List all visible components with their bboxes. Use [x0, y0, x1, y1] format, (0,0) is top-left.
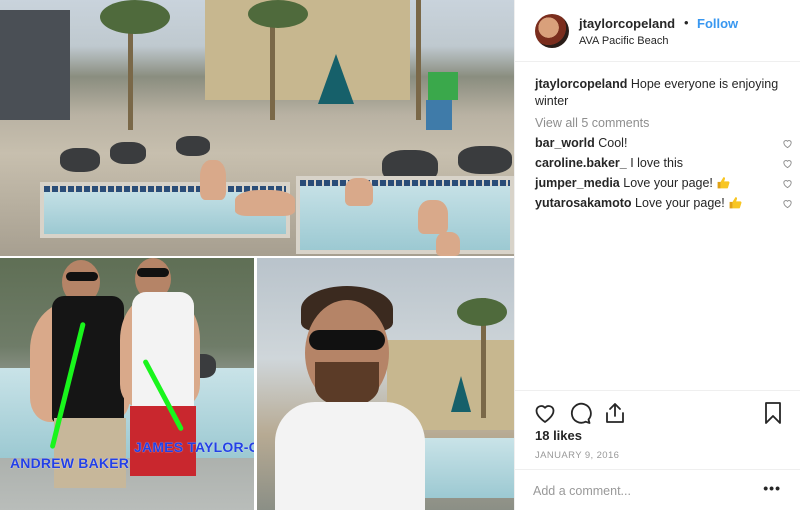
- add-comment-bar: •••: [515, 469, 800, 510]
- heart-icon[interactable]: [533, 401, 557, 425]
- comment-username[interactable]: caroline.baker_: [535, 156, 627, 170]
- label-james-taylor-copeland: JAMES TAYLOR-COPELAND: [134, 439, 254, 455]
- heart-icon[interactable]: [782, 158, 793, 169]
- building-left: [0, 10, 70, 120]
- comment-text: I love this: [630, 156, 684, 170]
- post-actions: 18 likes JANUARY 9, 2016 •••: [515, 390, 800, 510]
- sunglasses: [66, 272, 98, 281]
- heart-icon[interactable]: [782, 198, 793, 209]
- comment-username[interactable]: jumper_media: [535, 176, 620, 190]
- post-sidebar: jtaylorcopeland • Follow AVA Pacific Bea…: [514, 0, 800, 510]
- comment-username[interactable]: yutarosakamoto: [535, 196, 632, 210]
- post-date[interactable]: JANUARY 9, 2016: [535, 450, 619, 461]
- comment-bubble-icon[interactable]: [568, 401, 592, 425]
- group-photo: ANDREW BAKER JAMES TAYLOR-COPELAND: [0, 258, 254, 510]
- share-upload-icon[interactable]: [603, 401, 627, 425]
- separator-dot: •: [684, 15, 689, 30]
- thumbs-up-emoji-icon: [717, 177, 730, 189]
- pool-photo: [0, 0, 514, 256]
- more-options-button[interactable]: •••: [763, 480, 781, 496]
- comment-item: yutarosakamoto Love your page!: [535, 196, 797, 210]
- bookmark-icon[interactable]: [761, 401, 785, 425]
- view-all-comments-link[interactable]: View all 5 comments: [535, 116, 797, 130]
- add-comment-input[interactable]: [533, 480, 753, 502]
- selfie-photo: [257, 258, 514, 510]
- comment-item: bar_world Cool!: [535, 136, 797, 150]
- post-photo-collage[interactable]: ANDREW BAKER JAMES TAYLOR-COPELAND: [0, 0, 514, 510]
- location-link[interactable]: AVA Pacific Beach: [579, 35, 668, 47]
- comment-text: Love your page!: [623, 176, 713, 190]
- comment-item: jumper_media Love your page!: [535, 176, 797, 190]
- palm-tree: [100, 0, 170, 34]
- comment-text: Love your page!: [635, 196, 725, 210]
- comments-section: jtaylorcopeland Hope everyone is enjoyin…: [535, 76, 797, 210]
- avatar[interactable]: [535, 14, 569, 48]
- heart-icon[interactable]: [782, 178, 793, 189]
- post-header: jtaylorcopeland • Follow AVA Pacific Bea…: [515, 0, 800, 62]
- username-link[interactable]: jtaylorcopeland: [579, 16, 675, 31]
- comment-username[interactable]: bar_world: [535, 136, 595, 150]
- palm-tree: [248, 0, 308, 28]
- thumbs-up-emoji-icon: [729, 197, 742, 209]
- selfie-sunglasses: [309, 330, 385, 350]
- heart-icon[interactable]: [782, 138, 793, 149]
- selfie-tank-top: [275, 402, 425, 510]
- green-shirt-person: [428, 72, 458, 100]
- label-andrew-baker: ANDREW BAKER: [10, 455, 130, 471]
- likes-count[interactable]: 18 likes: [535, 428, 582, 443]
- follow-button[interactable]: Follow: [697, 16, 738, 31]
- pool: [296, 176, 514, 254]
- lounge-chair: [60, 148, 100, 172]
- comment-text: Cool!: [598, 136, 628, 150]
- post-caption: jtaylorcopeland Hope everyone is enjoyin…: [535, 76, 797, 110]
- caption-username[interactable]: jtaylorcopeland: [535, 77, 627, 91]
- comment-item: caroline.baker_ I love this: [535, 156, 797, 170]
